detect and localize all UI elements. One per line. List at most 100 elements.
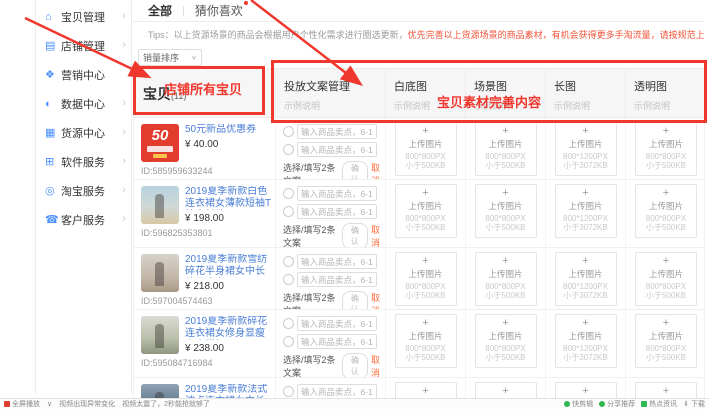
tab-guess-you-like[interactable]: 猜你喜欢	[195, 2, 248, 19]
upload-spec-size: 800*1200PX	[556, 282, 616, 291]
cancel-button[interactable]: 取消	[371, 353, 385, 377]
copy-checkbox[interactable]	[283, 144, 294, 155]
plus-icon: +	[636, 126, 696, 137]
bottom-bar-item[interactable]: 视频太震了，2秒能抢就够了	[122, 399, 210, 409]
plus-icon: +	[396, 126, 456, 137]
selling-point-input[interactable]	[297, 186, 377, 201]
sidebar-item-客户服务[interactable]: ☎客户服务›	[36, 205, 131, 234]
selling-point-input[interactable]	[297, 142, 377, 157]
cancel-button[interactable]: 取消	[371, 223, 385, 247]
example-link[interactable]: 示例说明	[634, 99, 706, 112]
upload-image-button[interactable]: +上传图片800*800PX小于500KB	[635, 252, 697, 306]
product-thumbnail[interactable]	[141, 316, 179, 354]
upload-image-button[interactable]: +上传图片800*800PX小于500KB	[395, 252, 457, 306]
sort-dropdown[interactable]: 销量排序 ∨	[138, 49, 202, 66]
sidebar-item-宝贝管理[interactable]: ⌂宝贝管理›	[36, 2, 131, 31]
upload-image-button[interactable]: +上传图片800*800PX小于500KB	[475, 252, 537, 306]
upload-image-button[interactable]: +上传图片800*800PX小于500KB	[635, 184, 697, 238]
bottom-bar-item[interactable]: 分享推荐	[599, 399, 635, 409]
example-link[interactable]: 示例说明	[284, 99, 385, 112]
confirm-button[interactable]: 确认	[342, 353, 368, 377]
upload-label: 上传图片	[396, 268, 456, 280]
product-title-link[interactable]: 50元新品优惠券	[185, 124, 256, 136]
confirm-button[interactable]: 确认	[342, 223, 368, 247]
upload-image-button[interactable]: +上传图片800*1200PX小于3072KB	[555, 252, 617, 306]
bottom-bar-item[interactable]: ∨	[47, 400, 52, 408]
bottom-bar-item[interactable]: 快剪辑	[564, 399, 593, 409]
example-link[interactable]: 示例说明	[474, 99, 545, 112]
confirm-button[interactable]: 确认	[342, 161, 368, 179]
bottom-bar-item[interactable]: 热点资讯	[641, 399, 677, 409]
copy-checkbox[interactable]	[283, 206, 294, 217]
copy-checkbox[interactable]	[283, 126, 294, 137]
upload-image-button[interactable]: +上传图片800*800PX小于500KB	[475, 122, 537, 176]
tab-all[interactable]: 全部	[148, 2, 172, 19]
bottom-bar-item[interactable]: 全屏播放	[4, 399, 40, 409]
copy-checkbox[interactable]	[283, 256, 294, 267]
product-title-link[interactable]: 2019夏季新款碎花连衣裙女修身显瘦小众网红	[185, 316, 272, 340]
upload-image-button[interactable]: +上传图片800*800PX小于500KB	[475, 314, 537, 368]
plus-icon: +	[476, 126, 536, 137]
copy-checkbox[interactable]	[283, 386, 294, 397]
product-thumbnail[interactable]	[141, 254, 179, 292]
upload-cell: +上传图片800*1200PX小于3072KB	[546, 180, 626, 247]
selling-point-input[interactable]	[297, 204, 377, 219]
product-thumbnail[interactable]	[141, 186, 179, 224]
upload-image-button[interactable]: +上传图片800*800PX小于500KB	[475, 184, 537, 238]
upload-spec: 800*1200PX小于3072KB	[556, 152, 616, 170]
upload-cell: +上传图片800*800PX小于500KB	[466, 180, 546, 247]
upload-spec: 800*800PX小于500KB	[396, 214, 456, 232]
selling-point-input[interactable]	[297, 272, 377, 287]
copy-checkbox[interactable]	[283, 336, 294, 347]
upload-cell: +上传图片800*800PX小于500KB	[626, 118, 705, 179]
copy-actions: 选择/填写2条文案确认取消	[283, 353, 385, 377]
treasure-box-icon: ⌂	[45, 11, 61, 23]
example-link[interactable]: 示例说明	[554, 99, 625, 112]
sidebar-item-软件服务[interactable]: ⊞软件服务›	[36, 147, 131, 176]
confirm-button[interactable]: 确认	[342, 291, 368, 309]
sidebar-item-店铺管理[interactable]: ▤店铺管理›	[36, 31, 131, 60]
cancel-button[interactable]: 取消	[371, 291, 385, 309]
product-title-link[interactable]: 2019夏季新款白色连衣裙女薄款短袖T恤中长款	[185, 186, 272, 210]
copy-checkbox[interactable]	[283, 318, 294, 329]
upload-label: 上传图片	[556, 268, 616, 280]
plus-icon: +	[556, 256, 616, 267]
chevron-right-icon: ›	[122, 127, 126, 138]
header-col-label: 长图	[554, 78, 625, 94]
product-thumbnail[interactable]: 50	[141, 124, 179, 162]
copy-actions: 选择/填写2条文案确认取消	[283, 291, 385, 309]
sidebar-item-淘宝服务[interactable]: ◎淘宝服务›	[36, 176, 131, 205]
cancel-button[interactable]: 取消	[371, 161, 385, 179]
copy-checkbox[interactable]	[283, 274, 294, 285]
sidebar-item-数据中心[interactable]: ◐数据中心›	[36, 89, 131, 118]
selling-point-input[interactable]	[297, 316, 377, 331]
upload-image-button[interactable]: +上传图片800*800PX小于500KB	[635, 122, 697, 176]
bottom-bar-item[interactable]: ⬇下载	[683, 399, 705, 409]
selling-point-input[interactable]	[297, 124, 377, 139]
upload-cell: +上传图片800*800PX小于500KB	[466, 310, 546, 377]
sidebar-item-货源中心[interactable]: ▦货源中心›	[36, 118, 131, 147]
headset-icon: ☎	[45, 213, 61, 226]
upload-spec-size: 800*800PX	[636, 282, 696, 291]
header-col-场景图: 场景图示例说明	[466, 69, 546, 117]
upload-image-button[interactable]: +上传图片800*800PX小于500KB	[395, 122, 457, 176]
upload-image-button[interactable]: +上传图片800*1200PX小于3072KB	[555, 314, 617, 368]
upload-cell: +上传图片800*800PX小于500KB	[626, 248, 705, 309]
model-figure	[155, 194, 164, 218]
sidebar-item-营销中心[interactable]: ❖营销中心	[36, 60, 131, 89]
bottom-bar-label: 下载	[691, 399, 705, 409]
upload-image-button[interactable]: +上传图片800*1200PX小于3072KB	[555, 122, 617, 176]
upload-spec-limit: 小于3072KB	[556, 353, 616, 362]
upload-image-button[interactable]: +上传图片800*1200PX小于3072KB	[555, 184, 617, 238]
copy-checkbox[interactable]	[283, 188, 294, 199]
bottom-bar-item[interactable]: 视频出现异常变化	[59, 399, 115, 409]
upload-image-button[interactable]: +上传图片800*800PX小于500KB	[635, 314, 697, 368]
tips-text: Tips：以上货源场景的商品会根据用户个性化需求进行圈选更新，优先完善以上货源场…	[148, 28, 704, 41]
example-link[interactable]: 示例说明	[394, 99, 465, 112]
selling-point-input[interactable]	[297, 384, 377, 399]
selling-point-input[interactable]	[297, 254, 377, 269]
selling-point-input[interactable]	[297, 334, 377, 349]
upload-image-button[interactable]: +上传图片800*800PX小于500KB	[395, 184, 457, 238]
product-title-link[interactable]: 2019夏季新款雪纺碎花半身裙女中长款显瘦白	[185, 254, 272, 278]
upload-image-button[interactable]: +上传图片800*800PX小于500KB	[395, 314, 457, 368]
